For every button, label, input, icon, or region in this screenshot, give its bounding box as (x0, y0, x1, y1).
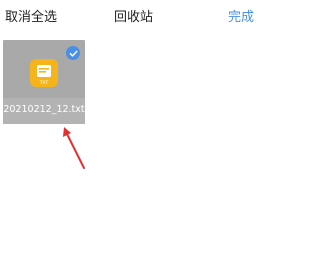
top-bar: 取消全选 回收站 完成 (0, 0, 267, 30)
page-title: 回收站 (113, 10, 153, 25)
file-name: 20210212_12.txt (3, 104, 85, 115)
selected-check-icon[interactable] (66, 46, 80, 60)
file-item[interactable]: TXT 20210212_12.txt (3, 40, 85, 124)
checkmark-icon (69, 50, 77, 57)
file-type-label: TXT (39, 80, 49, 86)
recycle-bin-screen: 取消全选 回收站 完成 TXT 20210212_12.txt (0, 0, 267, 268)
file-name-strip: 20210212_12.txt (3, 98, 85, 124)
done-button[interactable]: 完成 (228, 6, 254, 25)
txt-file-icon: TXT (30, 59, 58, 87)
annotation-arrow-icon (63, 127, 85, 169)
